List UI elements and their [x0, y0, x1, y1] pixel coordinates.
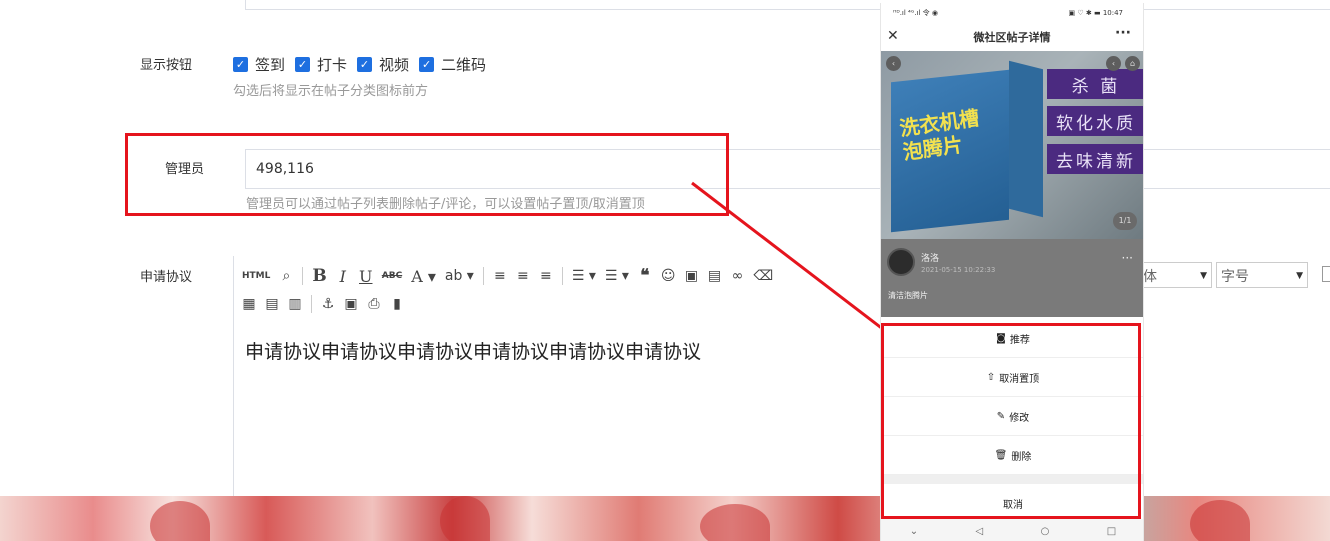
share-icon[interactable]: ‹ — [1106, 56, 1121, 71]
post-time: 2021-05-15 10:22:33 — [921, 265, 996, 274]
feature-tag: 杀 菌 — [1047, 69, 1143, 99]
back-icon[interactable]: ‹ — [886, 56, 901, 71]
home-icon[interactable]: ⌂ — [1125, 56, 1140, 71]
status-battery-time: ▣ ♡ ✱ ▬ 10:47 — [1068, 9, 1123, 17]
feature-tag: 去味清新 — [1047, 144, 1143, 174]
page-title: 微社区帖子详情 — [973, 31, 1051, 44]
post-more-icon[interactable]: ··· — [1122, 251, 1133, 265]
hide-keyboard-icon[interactable]: ⌄ — [910, 526, 918, 537]
back-triangle-icon[interactable]: ◁ — [976, 526, 984, 537]
phone-status-bar: ᴴᴰ.ıl ⁴ᴳ.ıl 令 ◉ ▣ ♡ ✱ ▬ 10:47 — [881, 3, 1143, 23]
phone-nav-bar: ✕ 微社区帖子详情 ··· — [881, 23, 1143, 51]
post-detail: 洗衣机槽 泡腾片 杀 菌 软化水质 去味清新 ‹ ‹ ⌂ 1/1 洛洛 2021… — [881, 51, 1143, 317]
status-signal: ᴴᴰ.ıl ⁴ᴳ.ıl 令 ◉ — [893, 9, 938, 17]
post-title: 清洁泡腾片 — [888, 291, 928, 300]
close-icon[interactable]: ✕ — [887, 28, 899, 44]
author-name: 洛洛 — [921, 253, 940, 264]
home-circle-icon[interactable]: ○ — [1041, 526, 1050, 537]
product-image: 洗衣机槽 泡腾片 杀 菌 软化水质 去味清新 ‹ ‹ ⌂ 1/1 — [881, 51, 1143, 239]
feature-tag: 软化水质 — [1047, 106, 1143, 136]
more-icon[interactable]: ··· — [1115, 25, 1131, 41]
action-sheet-highlight-box — [881, 323, 1141, 519]
image-pager: 1/1 — [1113, 212, 1137, 230]
post-author: 洛洛 2021-05-15 10:22:33 — [887, 248, 995, 276]
system-nav-bar: ⌄ ◁ ○ □ — [881, 519, 1143, 541]
recents-square-icon[interactable]: □ — [1107, 526, 1116, 537]
avatar[interactable] — [887, 248, 915, 276]
